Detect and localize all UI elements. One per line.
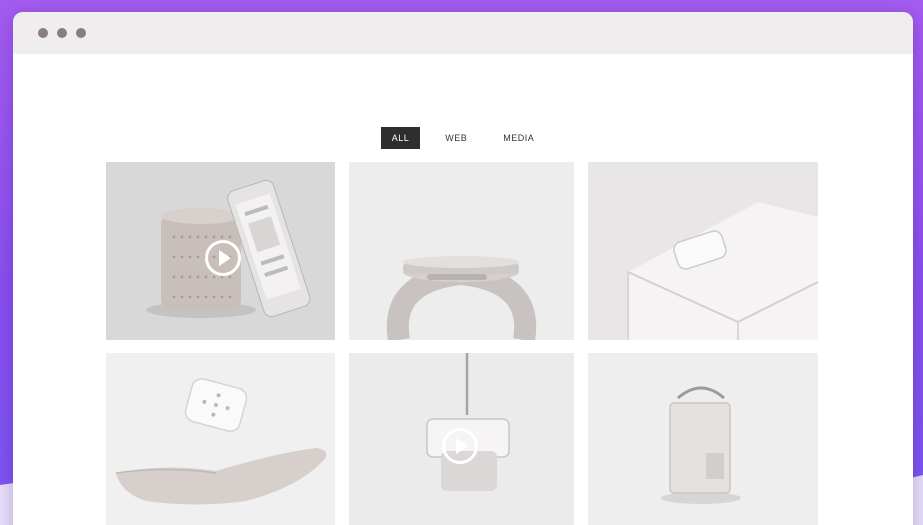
portfolio-grid (106, 162, 818, 525)
watch-image (349, 162, 574, 340)
gallery-item-pouch[interactable] (588, 353, 818, 525)
gallery-item-speaker-phone[interactable] (106, 162, 335, 340)
browser-titlebar (13, 12, 913, 54)
play-video-icon[interactable] (205, 240, 241, 276)
browser-window: ALL WEB MEDIA (13, 12, 913, 525)
filter-media[interactable]: MEDIA (492, 127, 545, 149)
device-corner-image (588, 162, 818, 340)
pouch-image (588, 353, 818, 525)
filter-web[interactable]: WEB (434, 127, 478, 149)
filter-all[interactable]: ALL (380, 127, 421, 149)
gallery-item-wall-device[interactable] (349, 353, 574, 525)
play-video-icon[interactable] (442, 428, 478, 464)
window-close-dot[interactable] (38, 28, 48, 38)
window-maximize-dot[interactable] (76, 28, 86, 38)
window-minimize-dot[interactable] (57, 28, 67, 38)
gallery-item-device-corner[interactable] (588, 162, 818, 340)
portfolio-filter-bar: ALL WEB MEDIA (13, 127, 913, 149)
gallery-item-watch[interactable] (349, 162, 574, 340)
gallery-item-remote-hand[interactable] (106, 353, 335, 525)
remote-hand-image (106, 353, 335, 525)
